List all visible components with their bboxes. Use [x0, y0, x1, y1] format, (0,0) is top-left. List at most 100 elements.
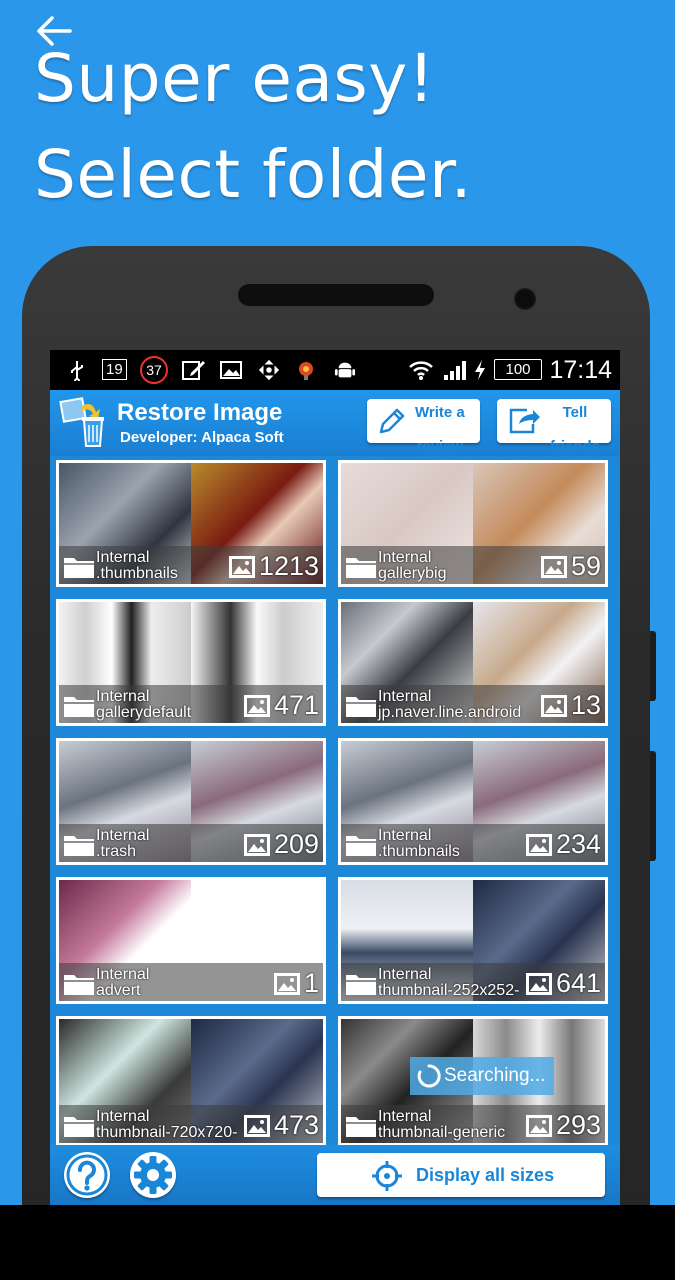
phone-volume-button [650, 631, 656, 701]
settings-button[interactable] [130, 1152, 176, 1198]
folder-icon [64, 1117, 94, 1137]
image-icon [540, 695, 567, 717]
folder-name: thumbnail-720x720- [96, 1124, 238, 1141]
image-icon [243, 834, 270, 856]
folder-image-count: 473 [273, 1110, 319, 1140]
folder-icon [346, 1117, 376, 1137]
pencil-icon [379, 408, 405, 434]
battery-icon: 100 [494, 359, 542, 380]
usb-icon [71, 361, 83, 381]
folder-storage: Internal [378, 549, 432, 566]
folder-storage: Internal [378, 688, 432, 705]
tell-friends-label-line-2: friends [549, 438, 600, 455]
folder-name: .trash [96, 843, 137, 860]
write-review-label-line-2: review [416, 438, 464, 455]
write-review-button[interactable]: Write a review [367, 399, 480, 455]
app-logo-icon [59, 397, 104, 447]
folder-label: Internal gallerydefault [96, 689, 191, 721]
folder-tile[interactable]: Internal .thumbnails 1213 [56, 460, 326, 587]
image-icon [540, 556, 567, 578]
folder-label: Internal thumbnail-252x252- [378, 967, 519, 999]
tell-friends-label-line-1: Tell [562, 404, 588, 421]
folder-tile[interactable]: Internal gallerybig 59 [338, 460, 608, 587]
folder-image-count: 234 [555, 829, 601, 859]
folder-storage: Internal [96, 827, 150, 844]
folder-name: thumbnail-generic [378, 1124, 506, 1141]
folder-storage: Internal [378, 827, 432, 844]
status-clock: 17:14 [549, 356, 612, 384]
help-button[interactable] [64, 1152, 110, 1198]
share-icon [509, 408, 540, 434]
searching-indicator: Searching... [410, 1057, 554, 1095]
folder-label: Internal advert [96, 967, 149, 999]
write-review-label-line-1: Write a [415, 404, 465, 421]
folder-name: jp.naver.line.android [378, 704, 522, 721]
display-all-sizes-label: Display all sizes [416, 1165, 555, 1185]
folder-tile[interactable]: Internal gallerydefault 471 [56, 599, 326, 726]
folder-name: thumbnail-252x252- [378, 982, 520, 999]
navigation-area [0, 1205, 675, 1280]
image-icon [228, 556, 255, 578]
folder-image-count: 641 [555, 968, 601, 998]
promo-background: Super easy! Select folder. 19 37 100 17:… [0, 0, 675, 1205]
bottom-bar: Display all sizes [50, 1145, 620, 1205]
crosshair-icon [372, 1161, 402, 1191]
tell-friends-button[interactable]: Tell friends [497, 399, 611, 455]
folder-storage: Internal [96, 549, 150, 566]
folder-image-count: 1213 [258, 551, 319, 581]
image-icon [525, 834, 552, 856]
folder-tile[interactable]: Internal advert 1 [56, 877, 326, 1004]
move-icon [258, 359, 280, 381]
edit-icon [182, 361, 205, 380]
status-bar: 19 37 100 17:14 [50, 350, 620, 390]
folder-tile[interactable]: Internal jp.naver.line.android 13 [338, 599, 608, 726]
folder-storage: Internal [96, 966, 150, 983]
notification-badge: 19 [102, 359, 127, 380]
image-icon [243, 1115, 270, 1137]
tell-friends-label: Tell friends [545, 404, 605, 455]
folder-image-count: 59 [570, 551, 601, 581]
folder-icon [64, 836, 94, 856]
display-all-sizes-button[interactable]: Display all sizes [317, 1153, 605, 1197]
folder-label: Internal .trash [96, 828, 149, 860]
folder-icon [64, 558, 94, 578]
folder-name: .thumbnails [378, 843, 460, 860]
phone-speaker [238, 284, 434, 306]
notification-circle-badge: 37 [140, 356, 168, 384]
folder-icon [346, 697, 376, 717]
app-developer: Developer: Alpaca Soft [120, 429, 284, 446]
folder-image-count: 13 [570, 690, 601, 720]
folder-label: Internal thumbnail-720x720- [96, 1109, 237, 1141]
folder-storage: Internal [378, 1108, 432, 1125]
folder-storage: Internal [96, 1108, 150, 1125]
folder-tile[interactable]: Internal .thumbnails 234 [338, 738, 608, 865]
folder-image-count: 1 [303, 968, 319, 998]
folder-label: Internal .thumbnails [378, 828, 460, 860]
wifi-icon [409, 361, 433, 380]
spinner-icon [417, 1064, 441, 1088]
folder-icon [346, 558, 376, 578]
folder-storage: Internal [96, 688, 150, 705]
gear-icon [134, 1156, 172, 1194]
folder-image-count: 209 [273, 829, 319, 859]
folder-tile[interactable]: Internal thumbnail-252x252- 641 [338, 877, 608, 1004]
signal-icon [444, 361, 466, 380]
folder-label: Internal jp.naver.line.android [378, 689, 521, 721]
app-title: Restore Image [117, 399, 283, 426]
image-icon [525, 1115, 552, 1137]
phone-camera [514, 288, 536, 310]
app-notification-icon [299, 362, 313, 380]
charging-icon [475, 360, 485, 380]
folder-image-count: 293 [555, 1110, 601, 1140]
folder-storage: Internal [378, 966, 432, 983]
folder-name: gallerybig [378, 565, 447, 582]
folder-name: advert [96, 982, 141, 999]
image-icon [220, 361, 242, 379]
folder-tile[interactable]: Internal .trash 209 [56, 738, 326, 865]
folder-tile[interactable]: Internal thumbnail-720x720- 473 [56, 1016, 326, 1146]
write-review-label: Write a review [415, 404, 465, 455]
help-icon [66, 1154, 108, 1196]
image-icon [525, 973, 552, 995]
folder-name: .thumbnails [96, 565, 178, 582]
phone-power-button [650, 751, 656, 861]
